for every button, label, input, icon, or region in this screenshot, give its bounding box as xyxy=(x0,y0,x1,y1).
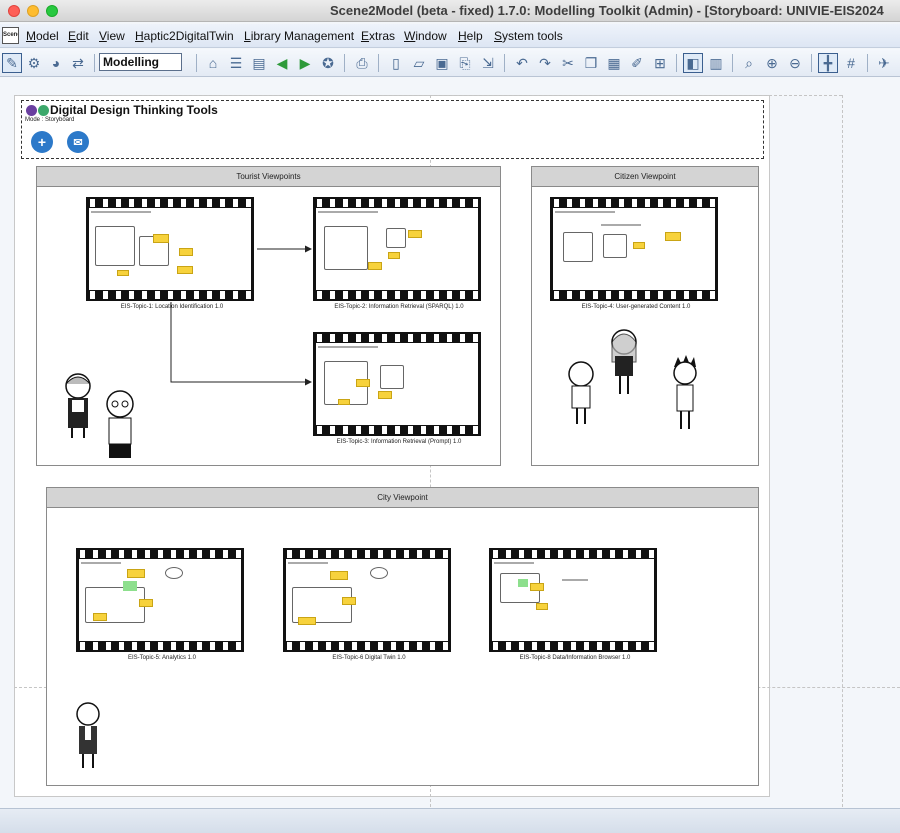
export-icon[interactable]: ⎙ xyxy=(352,53,372,73)
app-menu-icon[interactable]: Scene xyxy=(2,27,19,44)
menu-bar: Scene Model Edit View Haptic2DigitalTwin… xyxy=(0,24,900,48)
scene-caption: EIS-Topic-6 Digital Twin 1.0 xyxy=(332,655,406,661)
menu-window[interactable]: Window xyxy=(404,29,447,43)
scene-frame[interactable] xyxy=(313,332,481,436)
scene-caption: EIS-Topic-1: Location Identification 1.0 xyxy=(120,304,224,310)
share-mail-button[interactable]: ✉ xyxy=(67,131,89,153)
boy-figure[interactable] xyxy=(566,360,596,426)
menu-model[interactable]: Model xyxy=(26,29,59,43)
scene-caption: EIS-Topic-5: Analytics 1.0 xyxy=(127,655,197,661)
scene-frame[interactable] xyxy=(86,197,254,301)
import-icon[interactable]: ⇲ xyxy=(478,53,498,73)
scene-sketch xyxy=(492,559,654,641)
paste-icon[interactable]: ▦ xyxy=(604,53,624,73)
scene-frame[interactable] xyxy=(283,548,451,652)
menu-help[interactable]: Help xyxy=(458,29,483,43)
arrange-icon[interactable]: ⇄ xyxy=(68,53,88,73)
zoom-window-button[interactable] xyxy=(46,5,58,17)
minimize-window-button[interactable] xyxy=(27,5,39,17)
storyboard-title: Digital Design Thinking Tools xyxy=(50,103,218,117)
scene-frame[interactable] xyxy=(313,197,481,301)
forward-green-icon[interactable]: ▶ xyxy=(295,53,315,73)
storyboard-mode: Mode : Storyboard xyxy=(25,117,75,123)
zoom-in-icon[interactable]: ⊕ xyxy=(762,53,782,73)
elderly-man-figure[interactable] xyxy=(102,388,138,460)
zoom-out-icon[interactable]: ⊖ xyxy=(785,53,805,73)
menu-extras[interactable]: Extras xyxy=(361,29,395,43)
storyboard-header[interactable]: Digital Design Thinking Tools Mode : Sto… xyxy=(21,100,764,159)
menu-view[interactable]: View xyxy=(99,29,125,43)
add-scene-button[interactable]: + xyxy=(31,131,53,153)
viewpoint-tourist-title: Tourist Viewpoints xyxy=(37,167,500,187)
scene-frame[interactable] xyxy=(550,197,718,301)
menu-system-tools[interactable]: System tools xyxy=(494,29,563,43)
menu-haptic2digitaltwin[interactable]: Haptic2DigitalTwin xyxy=(135,29,234,43)
print-icon[interactable]: ⎘ xyxy=(455,53,475,73)
save-icon[interactable]: ▣ xyxy=(432,53,452,73)
scene-sketch xyxy=(79,559,241,641)
zoom-icon[interactable]: ⌕ xyxy=(739,53,759,73)
page-guide-vertical-right xyxy=(842,95,843,807)
scene-sketch xyxy=(89,208,251,290)
palette-icon[interactable]: ◕ xyxy=(46,53,66,73)
cut-icon[interactable]: ✂ xyxy=(558,53,578,73)
database-icon[interactable]: ☰ xyxy=(226,53,246,73)
open-folder-icon[interactable]: ▱ xyxy=(409,53,429,73)
scene-caption: EIS-Topic-8 Data/Information Browser 1.0 xyxy=(519,655,631,661)
scene-frame[interactable] xyxy=(76,548,244,652)
layout-icon[interactable]: ◧ xyxy=(683,53,703,73)
scene-sketch xyxy=(286,559,448,641)
elderly-woman-figure[interactable] xyxy=(60,370,96,440)
compass-icon[interactable]: ✪ xyxy=(318,53,338,73)
close-window-button[interactable] xyxy=(8,5,20,17)
scene-sketch xyxy=(316,343,478,425)
edit-icon[interactable]: ✎ xyxy=(2,53,22,73)
table-icon[interactable]: ▥ xyxy=(706,53,726,73)
grid-icon[interactable]: # xyxy=(841,53,861,73)
redo-icon[interactable]: ↷ xyxy=(535,53,555,73)
girl-figure[interactable] xyxy=(608,328,640,396)
copy-icon[interactable]: ❐ xyxy=(581,53,601,73)
scene-frame[interactable] xyxy=(489,548,657,652)
menu-edit[interactable]: Edit xyxy=(68,29,89,43)
scene-sketch xyxy=(316,208,478,290)
grid-tool-icon[interactable]: ⊞ xyxy=(650,53,670,73)
scene-caption: EIS-Topic-3: Information Retrieval (Prom… xyxy=(336,439,462,445)
brush-icon[interactable]: ✐ xyxy=(627,53,647,73)
page-guide-top xyxy=(14,95,842,96)
object-icon[interactable]: ⚙ xyxy=(24,53,44,73)
official-man-figure[interactable] xyxy=(74,700,102,770)
spiky-hair-figure[interactable] xyxy=(670,355,700,431)
scene-caption: EIS-Topic-2: Information Retrieval (SPAR… xyxy=(334,304,464,310)
status-icon xyxy=(38,105,49,116)
scene-sketch xyxy=(553,208,715,290)
viewpoint-citizen-title: Citizen Viewpoint xyxy=(532,167,758,187)
align-icon[interactable]: ╋ xyxy=(818,53,838,73)
scene-caption: EIS-Topic-4: User-generated Content 1.0 xyxy=(581,304,691,310)
home-icon[interactable]: ⌂ xyxy=(203,53,223,73)
undo-icon[interactable]: ↶ xyxy=(512,53,532,73)
library-icon[interactable]: ▤ xyxy=(249,53,269,73)
back-green-icon[interactable]: ◀ xyxy=(272,53,292,73)
menu-library-management[interactable]: Library Management xyxy=(244,29,354,43)
window-title: Scene2Model (beta - fixed) 1.7.0: Modell… xyxy=(330,3,884,18)
new-file-icon[interactable]: ▯ xyxy=(386,53,406,73)
mode-select[interactable]: Modelling xyxy=(99,53,182,71)
status-bar xyxy=(0,808,900,833)
title-bar: Scene2Model (beta - fixed) 1.7.0: Modell… xyxy=(0,0,900,22)
viewpoint-city-title: City Viewpoint xyxy=(47,488,758,508)
pin-icon[interactable]: ✈ xyxy=(874,53,894,73)
storyboard-icon xyxy=(26,105,37,116)
app-window: Scene2Model (beta - fixed) 1.7.0: Modell… xyxy=(0,0,900,833)
